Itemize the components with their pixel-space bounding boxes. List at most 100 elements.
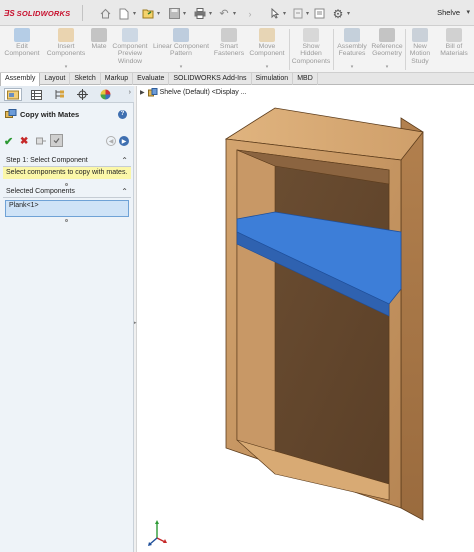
chevron-down-icon[interactable]: ▾: [351, 64, 354, 70]
tab-simulation[interactable]: Simulation: [252, 73, 294, 85]
chevron-down-icon[interactable]: ▾: [345, 7, 352, 20]
property-manager-panel: › Copy with Mates ? ✔ ✖ ◀ ▶ Step 1: Sele…: [0, 86, 134, 552]
tab-evaluate[interactable]: Evaluate: [133, 73, 170, 85]
chevron-down-icon[interactable]: ▾: [65, 64, 68, 70]
help-icon[interactable]: ?: [118, 110, 127, 119]
step1-title: Step 1: Select Component: [6, 157, 88, 164]
linear-pattern-icon: [173, 28, 189, 42]
tab-dimxpert[interactable]: [73, 88, 91, 101]
rebuild-icon[interactable]: [292, 7, 303, 20]
assembly-icon: [147, 88, 158, 97]
chevron-down-icon[interactable]: ▾: [466, 8, 470, 16]
assembly-features-button[interactable]: Assembly Features ▾: [334, 26, 370, 73]
move-component-icon: [259, 28, 275, 42]
tab-display-manager[interactable]: [96, 88, 114, 101]
motion-study-icon: [412, 28, 428, 42]
brand-name: SOLIDWORKS: [16, 8, 71, 18]
selected-components-title: Selected Components: [6, 188, 75, 195]
resize-grip-icon[interactable]: [65, 219, 68, 222]
file-properties-icon[interactable]: [313, 7, 325, 20]
print-icon[interactable]: [193, 7, 206, 20]
home-icon[interactable]: [99, 7, 111, 20]
ok-button[interactable]: ✔: [4, 134, 13, 148]
edit-component-button[interactable]: Edit Component: [2, 26, 42, 73]
preview-window-icon: [122, 28, 138, 42]
chevron-down-icon[interactable]: ▾: [281, 7, 288, 20]
chevron-down-icon[interactable]: ▾: [180, 64, 183, 70]
open-file-icon[interactable]: [142, 7, 154, 20]
smart-fasteners-button[interactable]: Smart Fasteners: [212, 26, 246, 73]
inner-left-wall: [236, 149, 276, 475]
resize-grip-icon[interactable]: [65, 183, 68, 186]
tab-configuration-manager[interactable]: [50, 88, 68, 101]
tab-markup[interactable]: Markup: [101, 73, 134, 85]
shelf-model[interactable]: [225, 104, 425, 529]
flyout-feature-tree[interactable]: ▶ Shelve (Default) <Display ...: [140, 88, 247, 97]
show-hidden-button[interactable]: Show Hidden Components: [290, 26, 332, 73]
tab-layout[interactable]: Layout: [40, 73, 71, 85]
chevron-down-icon[interactable]: ▾: [266, 64, 269, 70]
pin-icon[interactable]: [35, 134, 47, 148]
move-component-button[interactable]: Move Component ▾: [246, 26, 288, 73]
collapse-chevron-icon[interactable]: ⌃: [121, 187, 128, 196]
property-manager-header: Copy with Mates: [5, 109, 79, 120]
new-motion-study-button[interactable]: New Motion Study: [406, 26, 434, 73]
title-bar: ƎS SOLIDWORKS ▾ ▾ ▾ ▾ ↶ ▾ › ▾ ▾ ⚙ ▾ Shel…: [0, 0, 474, 26]
linear-pattern-button[interactable]: Linear Component Pattern ▾: [150, 26, 212, 73]
command-manager: Edit Component Insert Components ▾ Mate …: [0, 26, 474, 73]
forward-arrow-icon[interactable]: ▶: [119, 136, 129, 146]
list-item[interactable]: Plank<1>: [9, 202, 39, 209]
collapse-chevron-icon[interactable]: ⌃: [121, 156, 128, 165]
copy-with-mates-icon: [5, 109, 17, 118]
chevron-down-icon[interactable]: ▾: [304, 7, 311, 20]
expand-arrow-icon[interactable]: ▶: [140, 89, 145, 96]
chevron-right-icon[interactable]: ›: [129, 89, 131, 96]
selected-components-list[interactable]: Plank<1>: [5, 200, 129, 217]
copy-component-button[interactable]: [50, 134, 63, 147]
back-arrow-icon[interactable]: ◀: [106, 136, 116, 146]
graphics-area[interactable]: ▶ Shelve (Default) <Display ...: [138, 86, 474, 552]
collapse-panel-icon[interactable]: ▸: [134, 320, 137, 328]
chevron-down-icon[interactable]: ▾: [386, 64, 389, 70]
tab-feature-manager[interactable]: [4, 88, 22, 101]
chevron-down-icon[interactable]: ▾: [207, 7, 214, 20]
tab-solidworks-addins[interactable]: SOLIDWORKS Add-Ins: [169, 73, 252, 85]
undo-icon[interactable]: ↶: [218, 7, 230, 20]
show-hidden-icon: [303, 28, 319, 42]
component-preview-button[interactable]: Component Preview Window: [110, 26, 150, 73]
edit-component-icon: [14, 28, 30, 42]
tab-sketch[interactable]: Sketch: [70, 73, 101, 85]
new-document-icon[interactable]: [118, 7, 130, 20]
mate-button[interactable]: Mate: [88, 26, 110, 73]
select-arrow-icon[interactable]: [270, 7, 280, 20]
redo-icon[interactable]: ›: [246, 7, 254, 20]
chevron-down-icon[interactable]: ▾: [231, 7, 238, 20]
reference-triad-icon: [148, 520, 167, 546]
reference-geometry-button[interactable]: Reference Geometry ▾: [370, 26, 404, 73]
tab-assembly[interactable]: Assembly: [0, 73, 41, 86]
toolbar-separator: [82, 5, 83, 21]
tab-property-manager[interactable]: [27, 88, 45, 101]
panel-splitter[interactable]: [134, 86, 137, 552]
bill-of-materials-button[interactable]: Bill of Materials: [436, 26, 472, 73]
command-tabs: Assembly Layout Sketch Markup Evaluate S…: [0, 73, 474, 86]
tab-mbd[interactable]: MBD: [293, 73, 318, 85]
chevron-down-icon[interactable]: ▾: [181, 7, 188, 20]
gear-icon[interactable]: ⚙: [332, 7, 344, 21]
tree-root-label: Shelve (Default) <Display ...: [159, 89, 247, 96]
chevron-down-icon[interactable]: ▾: [131, 7, 138, 20]
smart-fasteners-icon: [221, 28, 237, 42]
reference-geometry-icon: [379, 28, 395, 42]
bom-icon: [446, 28, 462, 42]
insert-components-button[interactable]: Insert Components ▾: [44, 26, 88, 73]
document-title: Shelve: [437, 8, 460, 17]
property-manager-title: Copy with Mates: [20, 110, 80, 119]
cancel-button[interactable]: ✖: [20, 134, 28, 148]
step1-section-header[interactable]: Step 1: Select Component ⌃: [3, 155, 131, 167]
selected-components-header[interactable]: Selected Components ⌃: [3, 186, 131, 198]
manager-tabs: ›: [0, 86, 134, 103]
solidworks-logo: ƎS SOLIDWORKS: [4, 8, 71, 18]
side-panel-right[interactable]: [400, 117, 424, 521]
chevron-down-icon[interactable]: ▾: [155, 7, 162, 20]
save-icon[interactable]: [168, 7, 180, 20]
